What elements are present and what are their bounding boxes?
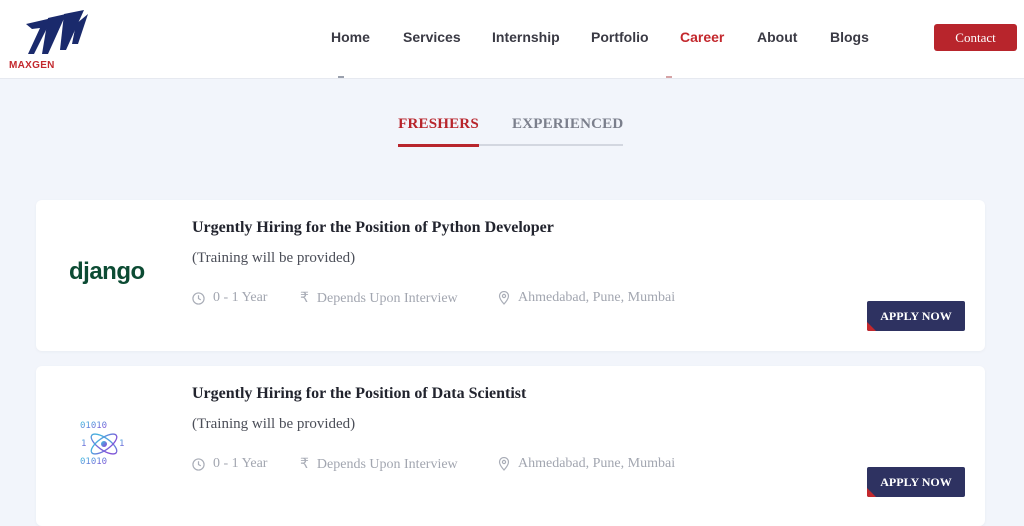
maxgen-logo-icon [26,10,88,54]
location-pin-icon [498,457,510,471]
location-pin-icon [498,291,510,305]
svg-text:1: 1 [119,439,124,449]
nav-home[interactable]: Home [331,29,370,45]
nav-career[interactable]: Career [680,29,724,45]
apply-label: APPLY NOW [880,308,952,323]
location-text: Ahmedabad, Pune, Mumbai [518,290,676,305]
nav-internship[interactable]: Internship [492,29,560,45]
clock-icon [192,291,205,305]
job-card: django Urgently Hiring for the Position … [36,200,985,351]
experience-text: 0 - 1 Year [213,456,268,471]
button-corner-accent [867,488,876,497]
job-title: Urgently Hiring for the Position of Pyth… [192,219,554,236]
django-logo: django [69,258,145,285]
tab-freshers[interactable]: FRESHERS [398,116,479,147]
job-salary: ₹ Depends Upon Interview [300,290,458,307]
job-experience: 0 - 1 Year [192,290,267,306]
career-tabs: FRESHERS EXPERIENCED [0,116,1024,148]
contact-button[interactable]: Contact [934,24,1017,51]
job-location: Ahmedabad, Pune, Mumbai [498,290,675,306]
job-title: Urgently Hiring for the Position of Data… [192,385,527,402]
nav-services[interactable]: Services [403,29,461,45]
apply-now-button[interactable]: APPLY NOW [867,467,965,497]
nav-about[interactable]: About [757,29,797,45]
experience-text: 0 - 1 Year [213,290,268,305]
divider-mark [338,76,344,78]
brand-name: MAXGEN [9,60,55,71]
svg-text:01010: 01010 [80,421,107,431]
job-experience: 0 - 1 Year [192,456,267,472]
salary-text: Depends Upon Interview [316,290,458,306]
button-corner-accent [867,322,876,331]
location-text: Ahmedabad, Pune, Mumbai [518,456,676,471]
nav-portfolio[interactable]: Portfolio [591,29,649,45]
apply-label: APPLY NOW [880,474,952,489]
salary-text: Depends Upon Interview [316,456,458,472]
job-subtitle: (Training will be provided) [192,416,356,432]
divider-mark [666,76,672,78]
apply-now-button[interactable]: APPLY NOW [867,301,965,331]
rupee-icon: ₹ [300,457,309,472]
svg-text:1: 1 [81,439,86,449]
nav-blogs[interactable]: Blogs [830,29,869,45]
job-location: Ahmedabad, Pune, Mumbai [498,456,675,472]
svg-text:01010: 01010 [80,457,107,467]
data-science-icon: 01010 01010 1 1 [79,417,129,467]
navbar: MAXGEN Home Services Internship Portfoli… [0,0,1024,79]
tab-experienced[interactable]: EXPERIENCED [479,116,623,146]
job-salary: ₹ Depends Upon Interview [300,456,458,473]
clock-icon [192,457,205,471]
job-subtitle: (Training will be provided) [192,250,356,266]
maxgen-logo[interactable]: MAXGEN [4,10,92,71]
tab-experienced-label: EXPERIENCED [512,116,624,132]
rupee-icon: ₹ [300,291,309,306]
job-card: 01010 01010 1 1 Urgently Hiring for the … [36,366,985,526]
